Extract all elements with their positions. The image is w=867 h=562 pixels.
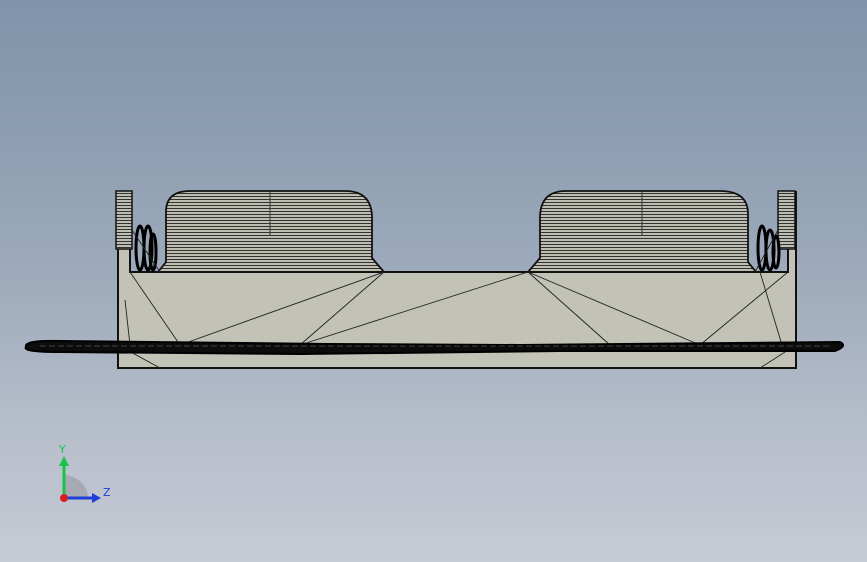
y-axis-arrow — [59, 456, 69, 466]
left-wall — [115, 190, 133, 250]
triad-plane-shade — [64, 474, 88, 498]
cad-model[interactable] — [0, 0, 867, 562]
z-axis-arrow — [92, 493, 101, 503]
graphics-viewport[interactable]: Y Z — [0, 0, 867, 562]
y-axis-label: Y — [58, 443, 66, 456]
left-clip — [134, 224, 158, 272]
triad-graphic: Y Z — [58, 443, 111, 503]
right-wall — [777, 190, 796, 250]
axis-triad: Y Z — [48, 440, 118, 510]
x-axis-dot — [60, 494, 68, 502]
left-dome — [156, 190, 386, 273]
z-axis-label: Z — [103, 486, 111, 499]
